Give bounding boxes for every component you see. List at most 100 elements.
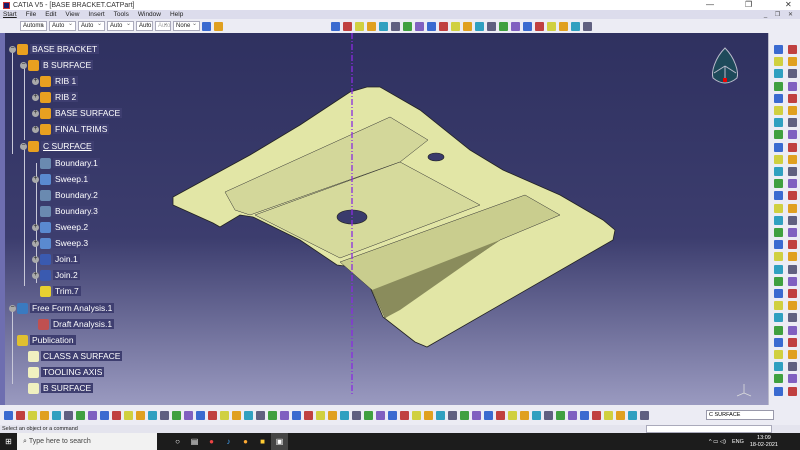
toolbar-icon[interactable] [774,191,783,201]
toolbar-icon[interactable] [788,228,797,237]
menu-insert[interactable]: Insert [88,11,104,18]
restore-button[interactable]: ❐ [745,0,752,9]
tree-node-b-child[interactable]: + BASE SURFACE [32,106,123,120]
toolbar-icon[interactable] [788,154,797,164]
3d-viewport[interactable]: − BASE BRACKET − B SURFACE + RIB 1 + RIB 2 + BASE… [0,33,768,405]
toolbar-icon[interactable] [352,410,361,420]
toolbar-icon[interactable] [788,252,797,262]
toolbar-icon[interactable] [172,410,181,420]
compass-icon[interactable] [712,47,738,84]
toolbar-icon[interactable] [316,410,325,420]
clock[interactable]: 13:09 18-02-2021 [750,435,778,449]
toolbar-icon[interactable] [499,21,508,31]
toolbar-icon[interactable] [331,21,340,31]
toolbar-icon[interactable] [64,410,73,420]
toolbar-icon[interactable] [640,410,649,420]
toolbar-icon[interactable] [774,69,783,79]
catia-taskbar-icon[interactable]: ▣ [271,433,288,450]
toolbar-icon[interactable] [788,142,797,152]
toolbar-icon[interactable] [788,337,797,347]
toolbar-icon[interactable] [788,350,797,359]
toolbar-icon[interactable] [774,130,783,140]
tree-node-c-child[interactable]: Boundary.2 [32,188,100,202]
toolbar-icon[interactable] [544,410,553,420]
toolbar-icon[interactable] [774,264,783,274]
toolbar-icon[interactable] [376,410,385,420]
toolbar-icon[interactable] [436,410,445,420]
tree-node-c-child[interactable]: Boundary.1 [32,156,100,170]
toolbar-icon[interactable] [256,410,265,420]
command-input[interactable] [646,425,772,433]
minimize-button[interactable]: — [706,0,714,9]
tree-node-c-child[interactable]: + Sweep.3 [32,236,91,250]
toolbar-icon[interactable] [196,410,205,420]
toolbar-icon[interactable] [52,410,61,420]
expand-icon[interactable]: + [32,239,39,247]
toolbar-icon[interactable] [774,57,783,67]
taskbar-search[interactable]: ⌕ Type here to search [17,433,157,450]
tree-node-publication-item[interactable]: B SURFACE [20,381,94,395]
toolbar-icon[interactable] [774,240,783,250]
toolbar-icon[interactable] [76,410,85,420]
toolbar-icon[interactable] [232,410,241,420]
toolbar-icon[interactable] [451,21,460,31]
task-view-icon[interactable]: ▤ [186,433,203,450]
toolbar-icon[interactable] [774,81,783,91]
toolbar-icon[interactable] [463,21,472,31]
document-window-controls[interactable]: _ ❐ ✕ [764,11,796,18]
toolbar-icon[interactable] [788,106,797,115]
toolbar-icon[interactable] [403,21,412,31]
toolbar-icon[interactable] [788,69,797,79]
tree-node-b-child[interactable]: + RIB 1 [32,74,79,88]
collapse-icon[interactable]: − [20,61,27,69]
toolbar-icon[interactable] [532,410,541,420]
toolbar-icon[interactable] [400,410,409,420]
toolbar-icon[interactable] [472,410,481,420]
toolbar-icon[interactable] [774,106,783,115]
toolbar-icon[interactable] [559,21,568,31]
toolbar-icon[interactable] [124,410,133,420]
toolbar-icon[interactable] [379,21,388,31]
toolbar-icon[interactable] [220,410,229,420]
toolbar-icon[interactable] [568,410,577,420]
toolbar-icon[interactable] [475,21,484,31]
color-combo[interactable]: Automa [20,20,47,31]
toolbar-icon[interactable] [427,21,436,31]
toolbar-icon[interactable] [788,57,797,67]
toolbar-icon[interactable] [774,228,783,237]
tree-node-free-form-analysis[interactable]: − Free Form Analysis.1 [9,301,115,315]
toolbar-icon[interactable] [788,301,797,311]
app-icon[interactable]: ♪ [220,433,237,450]
toolbar-icon[interactable] [774,142,783,152]
tree-node-c-child[interactable]: Trim.7 [32,284,81,298]
toolbar-icon[interactable] [520,410,529,420]
tray-icons[interactable]: ^ ▭ ◁) [709,439,726,445]
toolbar-icon[interactable] [547,21,556,31]
toolbar-icon[interactable] [628,410,637,420]
chrome-icon[interactable]: ● [203,433,220,450]
toolbar-icon[interactable] [304,410,313,420]
toolbar-icon[interactable] [774,154,783,164]
toolbar-icon[interactable] [184,410,193,420]
toolbar-icon[interactable] [487,21,496,31]
toolbar-icon[interactable] [788,130,797,140]
tree-node-b-surface[interactable]: − B SURFACE [20,58,94,72]
toolbar-icon[interactable] [340,410,349,420]
toolbar-icon[interactable] [774,118,783,128]
toolbar-icon[interactable] [16,410,25,420]
toolbar-icon[interactable] [28,410,37,420]
toolbar-icon[interactable] [788,289,797,298]
toolbar-icon[interactable] [112,410,121,420]
rendering-style-combo[interactable]: Auto [155,20,171,31]
menu-view[interactable]: View [65,11,79,18]
expand-icon[interactable]: + [32,271,39,279]
menu-tools[interactable]: Tools [114,11,129,18]
current-body-combo[interactable]: C SURFACE [706,410,774,420]
toolbar-icon[interactable] [788,325,797,335]
toolbar-icon[interactable] [100,410,109,420]
toolbar-icon[interactable] [774,325,783,335]
painter-icon[interactable] [202,21,211,31]
expand-icon[interactable]: + [32,77,39,85]
toolbar-icon[interactable] [292,410,301,420]
toolbar-icon[interactable] [535,21,544,31]
